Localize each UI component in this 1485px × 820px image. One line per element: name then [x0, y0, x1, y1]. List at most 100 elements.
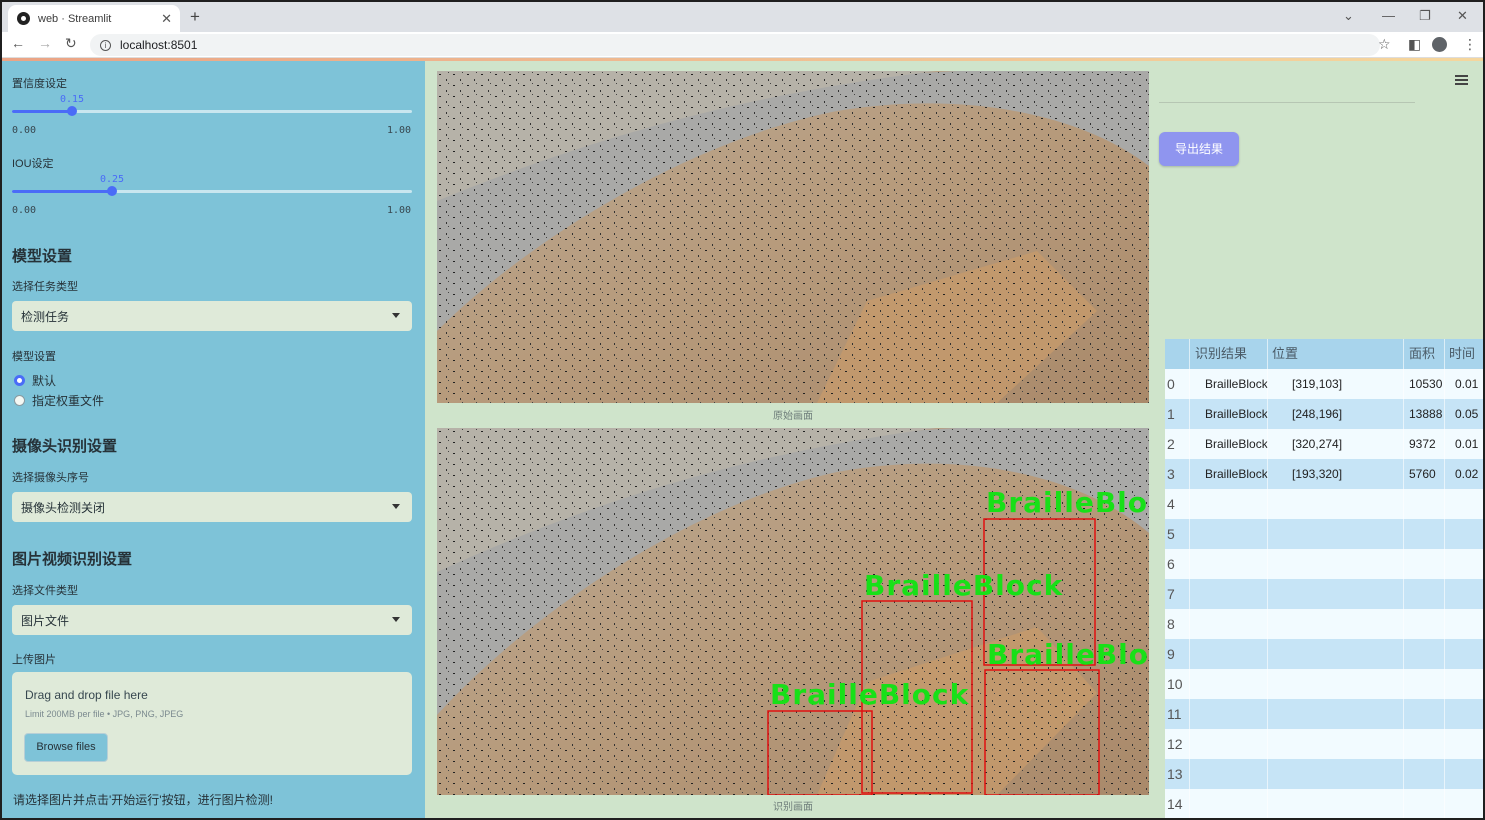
file-type-select[interactable]: 图片文件	[12, 605, 412, 635]
detection-label: BrailleBlock	[987, 638, 1149, 671]
row-index: 12	[1167, 736, 1183, 752]
new-tab-icon[interactable]: +	[190, 7, 200, 27]
close-tab-icon[interactable]: ✕	[161, 11, 172, 27]
tab-strip: web · Streamlit ✕ + ⌄ — ❐ ✕	[2, 2, 1483, 32]
column-divider	[1267, 339, 1268, 818]
row-index: 1	[1167, 406, 1175, 422]
row-index: 3	[1167, 466, 1175, 482]
confidence-min: 0.00	[12, 125, 37, 136]
camera-select[interactable]: 摄像头检测关闭	[12, 492, 412, 522]
profile-avatar-icon[interactable]	[1432, 37, 1447, 52]
header-area[interactable]: 面积	[1409, 339, 1435, 369]
task-type-value: 检测任务	[21, 309, 70, 324]
cell-area: 9372	[1409, 437, 1436, 451]
cell-area: 13888	[1409, 407, 1443, 421]
cell-time: 0.05	[1455, 407, 1479, 421]
table-row[interactable]: 8	[1165, 609, 1483, 639]
original-photo	[437, 71, 1149, 403]
tab-search-icon[interactable]: ⌄	[1343, 8, 1354, 24]
table-header: 识别结果 位置 面积 时间	[1165, 339, 1483, 369]
browse-files-button[interactable]: Browse files	[24, 733, 108, 762]
radio-selected-icon	[14, 375, 25, 386]
table-row[interactable]: 7	[1165, 579, 1483, 609]
table-row[interactable]: 11	[1165, 699, 1483, 729]
row-index: 8	[1167, 616, 1175, 632]
browser-menu-icon[interactable]: ⋮	[1463, 36, 1477, 53]
confidence-max: 1.00	[387, 125, 412, 136]
table-row[interactable]: 4	[1165, 489, 1483, 519]
restore-icon[interactable]: ❐	[1419, 8, 1431, 24]
table-row[interactable]: 0 BrailleBlock [319,103] 10530 0.01	[1165, 369, 1483, 399]
streamlit-app: 置信度设定 0.15 0.00 1.00 IOU设定 0.25 0.00 1.0…	[2, 61, 1483, 818]
iou-max: 1.00	[387, 205, 412, 216]
radio-default-label: 默认	[32, 374, 57, 388]
media-section-title: 图片视频识别设置	[12, 551, 133, 568]
table-row[interactable]: 3 BrailleBlock [193,320] 5760 0.02	[1165, 459, 1483, 489]
sidebar: 置信度设定 0.15 0.00 1.00 IOU设定 0.25 0.00 1.0…	[2, 61, 425, 818]
export-results-button[interactable]: 导出结果	[1159, 132, 1239, 166]
browser-tab[interactable]: web · Streamlit ✕	[8, 5, 180, 32]
cell-area: 5760	[1409, 467, 1436, 481]
file-uploader-dropzone[interactable]: Drag and drop file here Limit 200MB per …	[12, 672, 412, 775]
camera-select-value: 摄像头检测关闭	[21, 500, 106, 515]
radio-custom-weights-label: 指定权重文件	[32, 394, 105, 408]
table-row[interactable]: 10	[1165, 669, 1483, 699]
cell-time: 0.01	[1455, 437, 1479, 451]
table-row[interactable]: 9	[1165, 639, 1483, 669]
address-bar[interactable]: i localhost:8501	[90, 34, 1380, 56]
task-type-label: 选择任务类型	[12, 281, 78, 293]
close-window-icon[interactable]: ✕	[1457, 8, 1468, 24]
camera-section-title: 摄像头识别设置	[12, 438, 118, 455]
row-index: 2	[1167, 436, 1175, 452]
task-type-select[interactable]: 检测任务	[12, 301, 412, 331]
table-row[interactable]: 1 BrailleBlock [248,196] 13888 0.05	[1165, 399, 1483, 429]
header-position[interactable]: 位置	[1272, 339, 1298, 369]
cell-result: BrailleBlock	[1205, 437, 1268, 451]
tab-title: web · Streamlit	[38, 12, 112, 25]
table-row[interactable]: 5	[1165, 519, 1483, 549]
reload-icon[interactable]: ↻	[65, 35, 77, 52]
column-divider	[1403, 339, 1404, 818]
table-row[interactable]: 12	[1165, 729, 1483, 759]
column-divider	[1189, 339, 1190, 818]
row-index: 6	[1167, 556, 1175, 572]
side-panel-icon[interactable]: ◧	[1408, 36, 1421, 53]
row-index: 14	[1167, 796, 1183, 812]
file-type-value: 图片文件	[21, 613, 70, 628]
streamlit-favicon-icon	[17, 12, 30, 25]
table-row[interactable]: 6	[1165, 549, 1483, 579]
iou-fill	[12, 190, 112, 193]
confidence-thumb[interactable]	[67, 106, 77, 116]
chevron-down-icon	[392, 504, 400, 509]
upload-label: 上传图片	[12, 654, 56, 666]
forward-icon[interactable]: →	[38, 35, 52, 51]
model-label: 模型设置	[12, 351, 56, 363]
table-row[interactable]: 13	[1165, 759, 1483, 789]
camera-index-label: 选择摄像头序号	[12, 472, 89, 484]
confidence-fill	[12, 110, 72, 113]
radio-default[interactable]: 默认	[14, 372, 56, 389]
iou-min: 0.00	[12, 205, 37, 216]
main-menu-icon[interactable]	[1455, 75, 1468, 87]
cell-area: 10530	[1409, 377, 1443, 391]
detection-label: BrailleBlock	[770, 678, 970, 711]
iou-thumb[interactable]	[107, 186, 117, 196]
cell-result: BrailleBlock	[1205, 407, 1268, 421]
instruction-hint: 请选择图片并点击'开始运行'按钮，进行图片检测!	[13, 793, 273, 807]
cell-position: [320,274]	[1292, 437, 1343, 451]
bookmark-star-icon[interactable]: ☆	[1378, 36, 1391, 53]
site-info-icon[interactable]: i	[100, 39, 111, 51]
back-icon[interactable]: ←	[11, 35, 25, 51]
table-row[interactable]: 2 BrailleBlock [320,274] 9372 0.01	[1165, 429, 1483, 459]
detection-label: BrailleBlock	[864, 569, 1064, 602]
result-photo: BrailleBlock BrailleBlock BrailleBlock B…	[437, 428, 1149, 795]
header-result[interactable]: 识别结果	[1195, 339, 1247, 369]
divider	[1159, 102, 1415, 103]
cell-position: [193,320]	[1292, 467, 1343, 481]
radio-custom-weights[interactable]: 指定权重文件	[14, 392, 104, 409]
browser-toolbar: ← → ↻ i localhost:8501 ☆ ◧ ⋮	[2, 32, 1483, 58]
minimize-icon[interactable]: —	[1382, 8, 1395, 23]
table-row[interactable]: 14	[1165, 789, 1483, 818]
result-caption: 识别画面	[773, 802, 813, 813]
header-time[interactable]: 时间	[1449, 339, 1475, 369]
